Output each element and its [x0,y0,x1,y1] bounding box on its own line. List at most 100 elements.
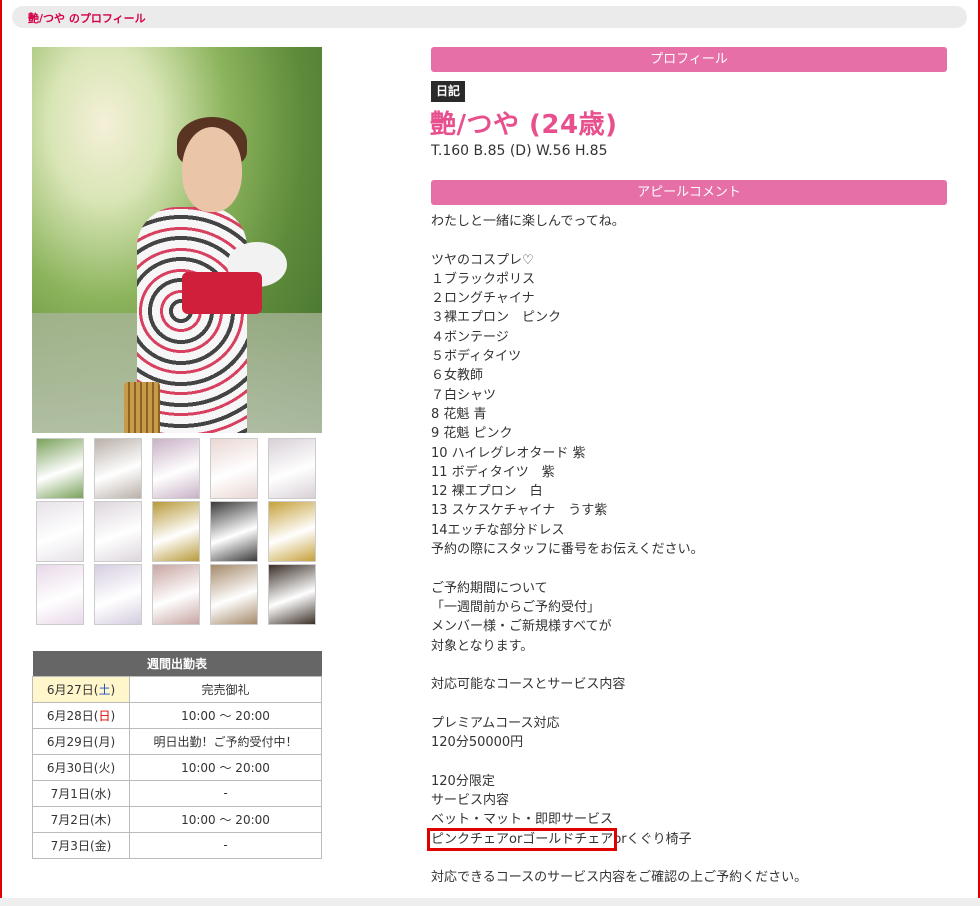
thumbnail-photo[interactable] [268,564,316,625]
schedule-date-close: ) [106,838,112,853]
schedule-date-text: 7月2日( [50,812,95,827]
appeal-line: ２ロングチャイナ [431,291,535,307]
schedule-date-text: 6月27日( [46,682,99,697]
schedule-row: 7月3日(金) - [32,831,322,859]
appeal-line: 対応できるコースのサービス内容をご確認の上ご予約ください。 [431,870,808,886]
schedule-day-of-week: 火 [98,760,111,775]
schedule-day-of-week: 木 [94,812,107,827]
thumbnail-photo[interactable] [268,438,316,499]
thumbnail-photo[interactable] [36,564,84,625]
chair-option-rest: orくぐり椅子 [613,831,692,847]
schedule-date-close: ) [110,734,116,749]
appeal-line: ベット・マット・即即サービス [431,812,614,828]
appeal-line [431,559,951,578]
schedule-time: 10:00 ～ 20:00 [129,701,322,729]
bottom-bar [0,898,980,906]
schedule-date-text: 7月1日( [50,786,95,801]
appeal-line: 12 裸エプロン 白 [431,484,543,500]
schedule-date: 6月28日(日) [32,701,130,729]
schedule-date: 7月3日(金) [32,831,130,859]
schedule-date-close: ) [106,786,112,801]
appeal-line: 120分限定 [431,773,495,789]
appeal-line: 対応可能なコースとサービス内容 [431,677,626,693]
appeal-line: 10 ハイレグレオタード 紫 [431,445,586,461]
photo-head [182,127,242,212]
thumbnail-photo[interactable] [94,438,142,499]
schedule-date-text: 6月28日( [46,708,99,723]
schedule-time: 10:00 ～ 20:00 [129,753,322,781]
thumbnail-photo[interactable] [152,438,200,499]
appeal-line: 予約の際にスタッフに番号をお伝えください。 [431,542,704,558]
schedule-date-close: ) [110,760,116,775]
schedule-time: 10:00 ～ 20:00 [129,805,322,833]
appeal-line [431,694,951,713]
schedule-date-close: ) [110,708,116,723]
schedule-date: 6月27日(土) [32,675,130,703]
appeal-line: ３裸エプロン ピンク [431,310,562,326]
highlighted-chair-option: ピンクチェアorゴールドチェア [426,827,618,851]
profile-section-header: プロフィール [431,47,947,72]
thumbnail-photo[interactable] [268,501,316,562]
schedule-date-text: 6月30日( [46,760,99,775]
thumbnail-photo[interactable] [152,564,200,625]
schedule-date: 6月29日(月) [32,727,130,755]
appeal-line: 8 花魁 青 [431,406,487,422]
appeal-line [431,752,951,771]
schedule-date-text: 7月3日( [50,838,95,853]
appeal-line: サービス内容 [431,792,510,808]
thumbnail-gallery [36,438,318,628]
schedule-date-text: 6月29日( [46,734,99,749]
appeal-line: 13 スケスケチャイナ うす紫 [431,503,608,519]
schedule-time: - [129,831,322,859]
appeal-line: ピンクチェアorゴールドチェアorくぐり椅子 [426,827,951,851]
appeal-line: 120分50000円 [431,735,524,751]
schedule-title: 週間出勤表 [32,651,322,676]
page-title: 艶/つや のプロフィール [28,12,146,25]
appeal-comment: わたしと一緒に楽しんでってね。 ツヤのコスプレ♡ １ブラックポリス ２ロングチャイナ ３… [426,212,951,887]
schedule-row: 7月2日(木) 10:00 ～ 20:00 [32,805,322,833]
thumbnail-photo[interactable] [210,438,258,499]
schedule-time: 完売御礼 [129,675,322,703]
appeal-line: １ブラックポリス [431,271,536,287]
schedule-row: 6月28日(日) 10:00 ～ 20:00 [32,701,322,729]
appeal-line: ５ボディタイツ [431,349,522,365]
diary-button[interactable]: 日記 [431,81,466,102]
appeal-line: ７白シャツ [431,387,497,403]
schedule-row: 7月1日(水) - [32,779,322,807]
thumbnail-photo[interactable] [210,501,258,562]
profile-name: 艶/つや (24歳) [430,110,618,140]
weekly-schedule-table: 週間出勤表 6月27日(土) 完売御礼 6月28日(日) 10:00 ～ 20:00 6… [32,651,322,859]
appeal-line: ６女教師 [431,368,484,384]
thumbnail-photo[interactable] [36,438,84,499]
appeal-line: 11 ボディタイツ 紫 [431,464,555,480]
schedule-day-of-week: 月 [98,734,111,749]
appeal-line: ツヤのコスプレ♡ [431,252,534,268]
schedule-day-of-week: 日 [98,708,111,723]
appeal-section-header: アピールコメント [431,180,947,205]
appeal-line: 「一週間前からご予約受付」 [431,599,601,615]
appeal-line: 対象となります。 [431,638,534,654]
thumbnail-photo[interactable] [36,501,84,562]
appeal-line [431,849,951,868]
schedule-day-of-week: 水 [94,786,107,801]
appeal-line: ご予約期間について [431,580,548,596]
schedule-row: 6月30日(火) 10:00 ～ 20:00 [32,753,322,781]
appeal-line: 14エッチな部分ドレス [431,522,565,538]
thumbnail-photo[interactable] [152,501,200,562]
appeal-line: わたしと一緒に楽しんでってね。 [431,214,625,229]
schedule-date: 6月30日(火) [32,753,130,781]
profile-stats: T.160 B.85 (D) W.56 H.85 [431,143,608,159]
thumbnail-photo[interactable] [94,564,142,625]
thumbnail-photo[interactable] [210,564,258,625]
schedule-date-close: ) [106,812,112,827]
main-profile-photo[interactable] [32,47,322,433]
thumbnail-photo[interactable] [94,501,142,562]
schedule-day-of-week: 土 [98,682,111,697]
schedule-date-close: ) [110,682,116,697]
appeal-line: ４ボンテージ [431,329,509,345]
schedule-date: 7月2日(木) [32,805,130,833]
photo-basket-bag [124,382,160,433]
appeal-line: 9 花魁 ピンク [431,426,513,442]
appeal-line [431,656,951,675]
photo-obi [182,272,262,314]
